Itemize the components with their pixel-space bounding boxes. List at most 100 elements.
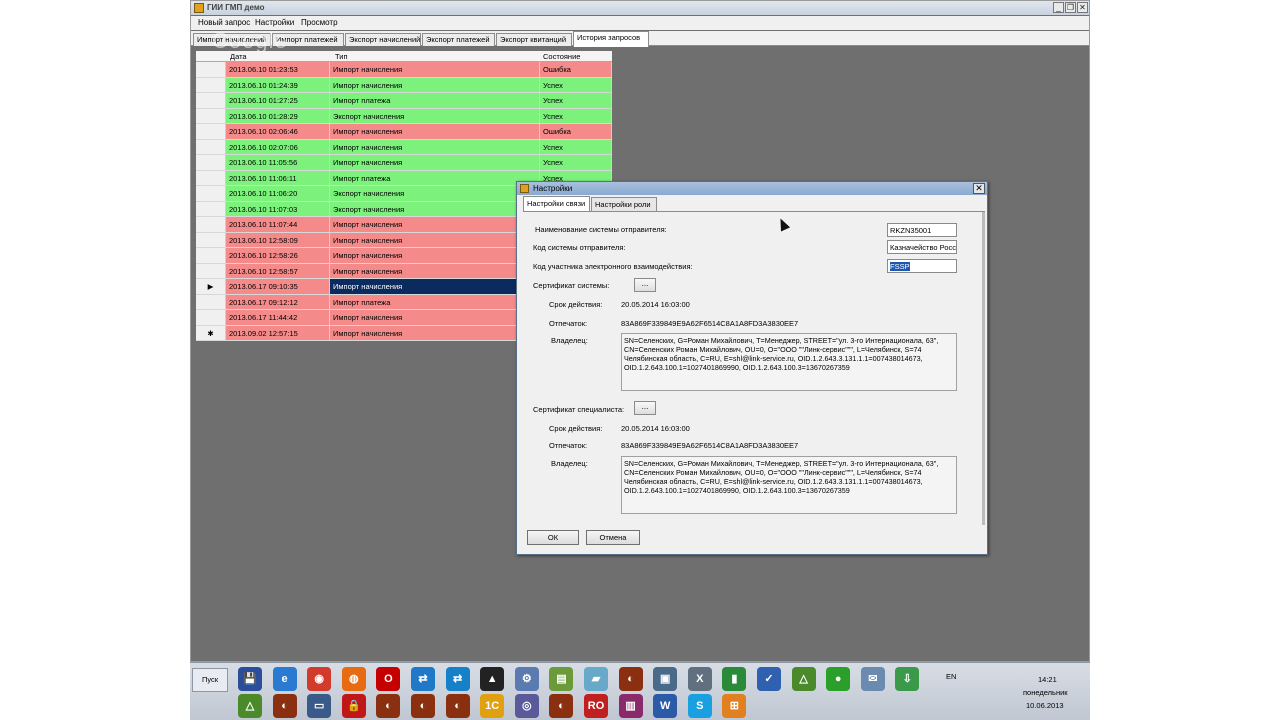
cell-date[interactable]: 2013.06.10 11:07:44 bbox=[226, 217, 330, 232]
cell-date[interactable]: 2013.06.17 09:10:35 bbox=[226, 279, 330, 294]
cell-type[interactable]: Импорт платежа bbox=[330, 294, 540, 309]
book-icon[interactable]: ▮ bbox=[722, 667, 747, 691]
cell-type[interactable]: Экспорт начисления bbox=[330, 186, 540, 201]
menu-new-request[interactable]: Новый запрос bbox=[198, 18, 250, 27]
cell-state[interactable]: Успех bbox=[540, 108, 612, 123]
tab-role-settings[interactable]: Настройки роли bbox=[591, 197, 657, 211]
close-button[interactable]: ✕ bbox=[1077, 2, 1088, 13]
row-marker[interactable] bbox=[196, 124, 226, 139]
table-row[interactable]: 2013.06.10 02:06:46 Импорт начисления Ошиб… bbox=[196, 124, 612, 140]
row-marker[interactable] bbox=[196, 93, 226, 108]
chart-app-icon[interactable]: ▤ bbox=[549, 667, 574, 691]
cell-type[interactable]: Импорт начисления bbox=[330, 279, 540, 294]
cancel-button[interactable]: Отмена bbox=[586, 530, 640, 545]
cell-type[interactable]: Импорт начисления bbox=[330, 139, 540, 154]
cell-type[interactable]: Экспорт начисления bbox=[330, 201, 540, 216]
tab-export-payments[interactable]: Экспорт платежей bbox=[422, 33, 495, 46]
restore-button[interactable]: ❐ bbox=[1065, 2, 1076, 13]
table-row[interactable]: 2013.06.10 11:05:56 Импорт начисления Успе… bbox=[196, 155, 612, 171]
monitor-icon[interactable]: ▣ bbox=[653, 667, 678, 691]
cell-type[interactable]: Импорт начисления bbox=[330, 77, 540, 92]
cell-date[interactable]: 2013.06.10 11:06:20 bbox=[226, 186, 330, 201]
cell-type[interactable]: Импорт начисления bbox=[330, 155, 540, 170]
cell-type[interactable]: Импорт начисления bbox=[330, 232, 540, 247]
app-titlebar[interactable]: ГИИ ГМП демо _ ❐ ✕ bbox=[191, 1, 1089, 15]
row-marker[interactable] bbox=[196, 170, 226, 185]
xml-icon[interactable]: X bbox=[687, 667, 712, 691]
specialist-cert-browse-button[interactable]: ... bbox=[634, 401, 656, 415]
batman-icon[interactable]: ▲ bbox=[480, 667, 505, 691]
table-row[interactable]: 2013.06.10 02:07:06 Импорт начисления Успе… bbox=[196, 139, 612, 155]
menu-view[interactable]: Просмотр bbox=[301, 18, 338, 27]
row-marker[interactable] bbox=[196, 294, 226, 309]
cell-type[interactable]: Экспорт начисления bbox=[330, 108, 540, 123]
table-row[interactable]: 2013.06.10 01:23:53 Импорт начисления Ошиб… bbox=[196, 62, 612, 78]
helmet3-icon[interactable]: ◐ bbox=[376, 694, 401, 718]
cell-type[interactable]: Импорт платежа bbox=[330, 170, 540, 185]
start-button[interactable]: Пуск bbox=[192, 668, 228, 692]
row-marker[interactable] bbox=[196, 139, 226, 154]
helmet2-icon[interactable]: ◐ bbox=[272, 694, 297, 718]
cell-date[interactable]: 2013.06.10 11:07:03 bbox=[226, 201, 330, 216]
chrome-icon[interactable]: ◉ bbox=[307, 667, 332, 691]
sender-code-input[interactable]: Казначейство Росс bbox=[887, 240, 957, 254]
row-marker[interactable] bbox=[196, 248, 226, 263]
books-icon[interactable]: ▥ bbox=[618, 694, 643, 718]
cell-type[interactable]: Импорт платежа bbox=[330, 93, 540, 108]
table-row[interactable]: 2013.06.10 01:24:39 Импорт начисления Успе… bbox=[196, 77, 612, 93]
windows-icon[interactable]: ⊞ bbox=[722, 694, 747, 718]
eraser-icon[interactable]: ▰ bbox=[584, 667, 608, 691]
cell-date[interactable]: 2013.06.10 12:58:57 bbox=[226, 263, 330, 278]
dialog-titlebar[interactable]: Настройки ✕ bbox=[517, 182, 987, 195]
cell-type[interactable]: Импорт начисления bbox=[330, 62, 540, 77]
row-marker[interactable] bbox=[196, 108, 226, 123]
download-icon[interactable]: ⇩ bbox=[895, 667, 920, 691]
save-icon[interactable]: 💾 bbox=[238, 667, 262, 691]
row-marker[interactable] bbox=[196, 77, 226, 92]
triangle-icon[interactable]: △ bbox=[791, 667, 816, 691]
cell-type[interactable]: Импорт начисления bbox=[330, 263, 540, 278]
cell-date[interactable]: 2013.06.10 02:07:06 bbox=[226, 139, 330, 154]
table-row[interactable]: 2013.06.10 01:28:29 Экспорт начисления Усп… bbox=[196, 108, 612, 124]
mail-icon[interactable]: ✉ bbox=[860, 667, 885, 691]
check-icon[interactable]: ✓ bbox=[757, 667, 781, 691]
cell-state[interactable]: Успех bbox=[540, 77, 612, 92]
menu-settings[interactable]: Настройки bbox=[255, 18, 294, 27]
cell-type[interactable]: Импорт начисления bbox=[330, 217, 540, 232]
helmet-icon[interactable]: ◐ bbox=[618, 667, 643, 691]
cell-date[interactable]: 2013.06.10 02:06:46 bbox=[226, 124, 330, 139]
col-type-header[interactable]: Тип bbox=[335, 52, 348, 61]
cell-state[interactable]: Успех bbox=[540, 139, 612, 154]
cell-state[interactable]: Успех bbox=[540, 155, 612, 170]
helmet4-icon[interactable]: ◐ bbox=[411, 694, 435, 718]
lock-icon[interactable]: 🔒 bbox=[341, 694, 366, 718]
cell-date[interactable]: 2013.06.10 01:27:25 bbox=[226, 93, 330, 108]
cell-date[interactable]: 2013.06.10 11:06:11 bbox=[226, 170, 330, 185]
participant-code-input[interactable]: FSSP bbox=[887, 259, 957, 273]
dialog-scrollbar[interactable] bbox=[982, 212, 985, 525]
opera-icon[interactable]: O bbox=[376, 667, 401, 691]
folder-icon[interactable]: ▭ bbox=[307, 694, 332, 718]
cell-type[interactable]: Импорт начисления bbox=[330, 124, 540, 139]
language-indicator[interactable]: EN bbox=[946, 672, 956, 681]
table-row[interactable]: 2013.06.10 01:27:25 Импорт платежа Успех bbox=[196, 93, 612, 109]
cell-date[interactable]: 2013.06.10 12:58:26 bbox=[226, 248, 330, 263]
cell-date[interactable]: 2013.06.10 01:24:39 bbox=[226, 77, 330, 92]
triangle2-icon[interactable]: △ bbox=[238, 694, 262, 718]
cell-state[interactable]: Ошибка bbox=[540, 124, 612, 139]
cell-date[interactable]: 2013.09.02 12:57:15 bbox=[226, 325, 330, 340]
ok-button[interactable]: ОК bbox=[527, 530, 579, 545]
cell-date[interactable]: 2013.06.10 12:58:09 bbox=[226, 232, 330, 247]
tool-icon[interactable]: ⚙ bbox=[514, 667, 539, 691]
cell-date[interactable]: 2013.06.17 11:44:42 bbox=[226, 310, 330, 325]
tab-connection-settings[interactable]: Настройки связи bbox=[523, 196, 590, 211]
helmet6-icon[interactable]: ◐ bbox=[549, 694, 574, 718]
row-marker[interactable] bbox=[196, 232, 226, 247]
tab-request-history[interactable]: История запросов bbox=[573, 31, 649, 47]
cell-state[interactable]: Успех bbox=[540, 93, 612, 108]
dialog-close-button[interactable]: ✕ bbox=[973, 183, 985, 194]
sender-name-input[interactable]: RKZN35001 bbox=[887, 223, 957, 237]
row-marker[interactable] bbox=[196, 62, 226, 77]
row-marker[interactable]: ✱ bbox=[196, 325, 226, 340]
row-marker[interactable] bbox=[196, 155, 226, 170]
